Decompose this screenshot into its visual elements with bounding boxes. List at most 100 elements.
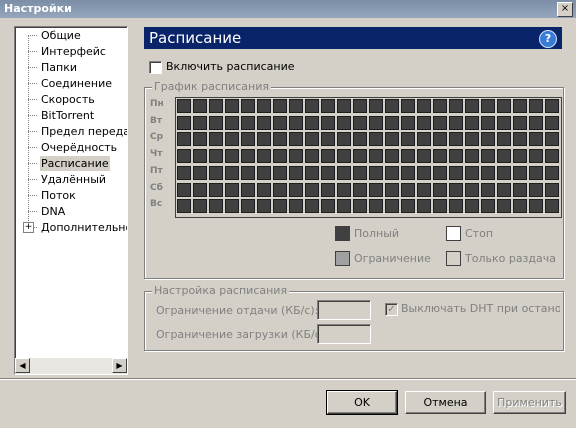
schedule-cell[interactable] xyxy=(369,99,383,113)
sidebar-item[interactable]: Общие xyxy=(40,28,82,43)
schedule-cell[interactable] xyxy=(545,182,559,197)
schedule-cell[interactable] xyxy=(497,165,511,180)
schedule-cell[interactable] xyxy=(353,149,367,164)
expand-icon[interactable]: + xyxy=(23,222,34,233)
schedule-cell[interactable] xyxy=(193,165,207,180)
schedule-cell[interactable] xyxy=(273,199,287,214)
schedule-cell[interactable] xyxy=(433,115,447,130)
schedule-cell[interactable] xyxy=(289,199,303,214)
help-icon[interactable]: ? xyxy=(539,30,557,48)
schedule-cell[interactable] xyxy=(545,132,559,147)
schedule-cell[interactable] xyxy=(289,99,303,113)
schedule-cell[interactable] xyxy=(273,115,287,130)
upload-limit-input[interactable] xyxy=(317,300,371,320)
sidebar-item[interactable]: Предел передачи xyxy=(40,124,127,139)
schedule-cell[interactable] xyxy=(257,165,271,180)
schedule-cell[interactable] xyxy=(369,132,383,147)
cancel-button[interactable]: Отмена xyxy=(405,391,486,414)
schedule-cell[interactable] xyxy=(225,115,239,130)
schedule-cell[interactable] xyxy=(401,182,415,197)
schedule-cell[interactable] xyxy=(513,132,527,147)
schedule-cell[interactable] xyxy=(433,165,447,180)
sidebar-item[interactable]: Папки xyxy=(40,60,78,75)
schedule-cell[interactable] xyxy=(337,132,351,147)
schedule-cell[interactable] xyxy=(257,99,271,113)
schedule-cell[interactable] xyxy=(209,115,223,130)
schedule-cell[interactable] xyxy=(449,115,463,130)
schedule-cell[interactable] xyxy=(305,165,319,180)
apply-button[interactable]: Применить xyxy=(493,391,566,414)
schedule-cell[interactable] xyxy=(209,165,223,180)
schedule-cell[interactable] xyxy=(497,99,511,113)
schedule-cell[interactable] xyxy=(337,165,351,180)
sidebar-item[interactable]: Очерёдность xyxy=(40,140,118,155)
sidebar-item[interactable]: Соединение xyxy=(40,76,113,91)
schedule-cell[interactable] xyxy=(401,99,415,113)
schedule-cell[interactable] xyxy=(497,115,511,130)
schedule-cell[interactable] xyxy=(497,182,511,197)
schedule-cell[interactable] xyxy=(177,115,191,130)
schedule-cell[interactable] xyxy=(241,149,255,164)
schedule-cell[interactable] xyxy=(193,132,207,147)
schedule-cell[interactable] xyxy=(497,132,511,147)
schedule-cell[interactable] xyxy=(225,132,239,147)
schedule-cell[interactable] xyxy=(193,182,207,197)
schedule-cell[interactable] xyxy=(449,182,463,197)
enable-schedule-label[interactable]: Включить расписание xyxy=(166,60,295,73)
schedule-cell[interactable] xyxy=(417,132,431,147)
schedule-cell[interactable] xyxy=(193,115,207,130)
schedule-cell[interactable] xyxy=(513,182,527,197)
schedule-cell[interactable] xyxy=(353,182,367,197)
sidebar-item[interactable]: Расписание xyxy=(40,156,110,171)
enable-schedule-checkbox[interactable] xyxy=(149,61,162,74)
schedule-cell[interactable] xyxy=(305,99,319,113)
schedule-cell[interactable] xyxy=(481,165,495,180)
schedule-cell[interactable] xyxy=(305,182,319,197)
schedule-cell[interactable] xyxy=(417,165,431,180)
schedule-cell[interactable] xyxy=(433,99,447,113)
schedule-cell[interactable] xyxy=(529,182,543,197)
sidebar-item[interactable]: BitTorrent xyxy=(40,108,95,123)
schedule-cell[interactable] xyxy=(209,132,223,147)
sidebar-item[interactable]: Дополнительно xyxy=(40,220,127,235)
schedule-cell[interactable] xyxy=(481,182,495,197)
schedule-cell[interactable] xyxy=(305,115,319,130)
schedule-cell[interactable] xyxy=(241,182,255,197)
schedule-cell[interactable] xyxy=(545,99,559,113)
schedule-cell[interactable] xyxy=(401,199,415,214)
schedule-cell[interactable] xyxy=(177,182,191,197)
schedule-cell[interactable] xyxy=(465,199,479,214)
schedule-cell[interactable] xyxy=(401,165,415,180)
schedule-cell[interactable] xyxy=(177,99,191,113)
schedule-cell[interactable] xyxy=(385,199,399,214)
schedule-cell[interactable] xyxy=(305,149,319,164)
schedule-cell[interactable] xyxy=(209,199,223,214)
schedule-cell[interactable] xyxy=(225,199,239,214)
schedule-cell[interactable] xyxy=(273,182,287,197)
schedule-cell[interactable] xyxy=(209,99,223,113)
sidebar-item[interactable]: Интерфейс xyxy=(40,44,107,59)
schedule-cell[interactable] xyxy=(529,132,543,147)
settings-tree[interactable]: Общие Интерфейс Папки Соединение Скорость Bit… xyxy=(14,26,128,375)
schedule-cell[interactable] xyxy=(529,99,543,113)
schedule-cell[interactable] xyxy=(449,165,463,180)
schedule-cell[interactable] xyxy=(513,99,527,113)
schedule-cell[interactable] xyxy=(337,115,351,130)
schedule-cell[interactable] xyxy=(369,182,383,197)
schedule-cell[interactable] xyxy=(449,199,463,214)
schedule-cell[interactable] xyxy=(241,115,255,130)
schedule-cell[interactable] xyxy=(305,132,319,147)
scroll-left-button[interactable]: ◀ xyxy=(15,358,30,373)
schedule-cell[interactable] xyxy=(497,199,511,214)
schedule-cell[interactable] xyxy=(369,115,383,130)
schedule-cell[interactable] xyxy=(385,165,399,180)
schedule-cell[interactable] xyxy=(337,199,351,214)
schedule-cell[interactable] xyxy=(241,165,255,180)
schedule-cell[interactable] xyxy=(177,165,191,180)
schedule-cell[interactable] xyxy=(385,115,399,130)
schedule-cell[interactable] xyxy=(513,165,527,180)
schedule-cell[interactable] xyxy=(257,182,271,197)
schedule-cell[interactable] xyxy=(289,165,303,180)
schedule-cell[interactable] xyxy=(209,149,223,164)
schedule-cell[interactable] xyxy=(289,182,303,197)
